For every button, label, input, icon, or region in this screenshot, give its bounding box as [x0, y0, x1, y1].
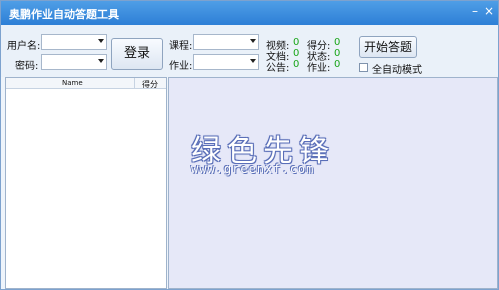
course-select[interactable] [193, 34, 259, 50]
status-value: 0 [334, 48, 341, 59]
chevron-down-icon[interactable] [250, 39, 256, 43]
watermark-url: www.greenxf.com [191, 162, 315, 176]
app-window: 奥鹏作业自动答题工具 – × 用户名: 密码: 登录 课程: 作业: 视频: 0 [0, 0, 499, 290]
column-divider[interactable] [134, 78, 135, 88]
video-value: 0 [293, 37, 300, 48]
notice-value: 0 [293, 59, 300, 70]
toolbar: 用户名: 密码: 登录 课程: 作业: 视频: 0 得分: 0 文档: 0 状态… [1, 25, 498, 77]
notice-label: 公告: [266, 63, 290, 74]
username-label: 用户名: [7, 41, 41, 52]
password-input[interactable] [41, 54, 107, 70]
login-button[interactable]: 登录 [111, 38, 163, 70]
score-value: 0 [334, 37, 341, 48]
chevron-down-icon[interactable] [98, 39, 104, 43]
title-bar: 奥鹏作业自动答题工具 – × [1, 1, 498, 25]
homework-count-value: 0 [334, 59, 341, 70]
homework-label: 作业: [169, 61, 193, 72]
column-header-name[interactable]: Name [62, 79, 83, 87]
course-list[interactable]: Name 得分 [5, 77, 167, 289]
course-label: 课程: [169, 41, 193, 52]
homework-select[interactable] [193, 54, 259, 70]
auto-mode-label: 全自动模式 [372, 65, 422, 76]
close-icon[interactable]: × [482, 5, 496, 19]
auto-mode-checkbox[interactable] [359, 63, 368, 72]
password-label: 密码: [15, 61, 39, 72]
start-answer-button[interactable]: 开始答题 [359, 36, 417, 58]
chevron-down-icon[interactable] [250, 59, 256, 63]
chevron-down-icon[interactable] [98, 59, 104, 63]
minimize-icon[interactable]: – [468, 5, 482, 19]
username-input[interactable] [41, 34, 107, 50]
column-header-score[interactable]: 得分 [142, 79, 158, 90]
window-title: 奥鹏作业自动答题工具 [9, 8, 119, 21]
doc-value: 0 [293, 48, 300, 59]
list-header: Name 得分 [6, 78, 166, 89]
content-panel: 绿色先锋 www.greenxf.com [168, 77, 498, 289]
homework-count-label: 作业: [307, 63, 331, 74]
